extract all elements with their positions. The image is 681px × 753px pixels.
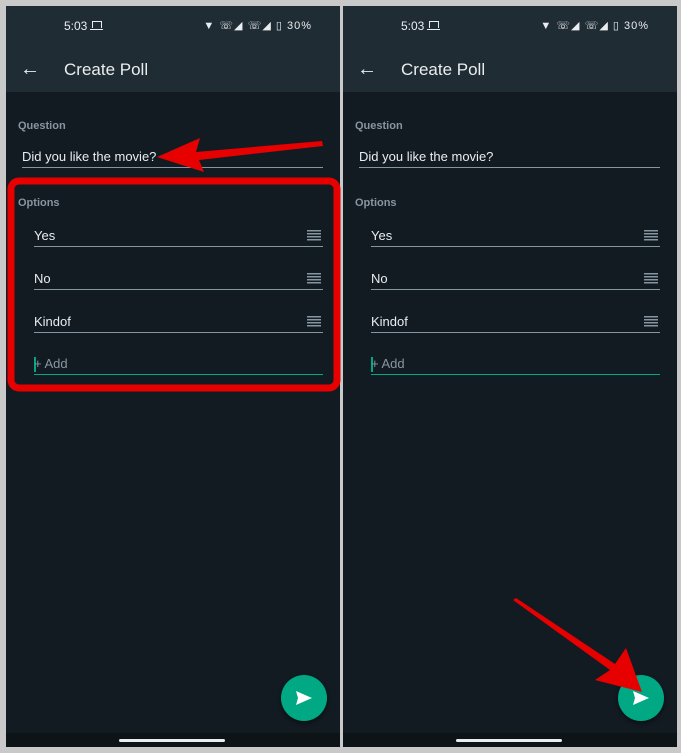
laptop-icon [427,21,440,30]
question-label: Question [355,120,403,132]
option-input[interactable]: Yes [371,228,660,247]
question-value: Did you like the movie? [22,149,157,164]
back-arrow-icon[interactable]: ← [357,58,377,81]
options-label: Options [18,197,60,209]
question-value: Did you like the movie? [359,149,494,164]
drag-handle-icon[interactable] [644,316,658,327]
option-value: Kindof [371,314,408,329]
drag-handle-icon[interactable] [307,230,321,241]
send-button[interactable] [281,675,327,721]
navigation-bar [343,733,677,747]
drag-handle-icon[interactable] [307,316,321,327]
option-input[interactable]: Kindof [34,314,323,333]
back-arrow-icon[interactable]: ← [20,58,40,81]
add-placeholder: + Add [34,356,68,371]
question-input[interactable]: Did you like the movie? [22,149,323,168]
laptop-icon [90,21,103,30]
option-value: No [371,271,388,286]
option-input[interactable]: Yes [34,228,323,247]
phone-screen: 5:03 ▼ ☏◢ ☏◢ ▯ 30% ← Create Poll Questio… [343,6,677,747]
status-time: 5:03 [64,19,88,33]
option-value: Yes [371,228,393,243]
add-option-input[interactable]: + Add [34,356,323,375]
question-label: Question [18,120,66,132]
send-icon [296,691,312,705]
drag-handle-icon[interactable] [644,230,658,241]
app-header: 5:03 ▼ ☏◢ ☏◢ ▯ 30% ← Create Poll [6,6,340,92]
send-button[interactable] [618,675,664,721]
signal-icons: ▼ ☏◢ ☏◢ ▯ [540,20,624,32]
status-icons: ▼ ☏◢ ☏◢ ▯ 30% [540,19,649,32]
option-value: Kindof [34,314,71,329]
drag-handle-icon[interactable] [644,273,658,284]
option-value: Yes [34,228,56,243]
option-value: No [34,271,51,286]
home-handle[interactable] [456,739,562,742]
send-icon [633,691,649,705]
status-time: 5:03 [401,19,425,33]
status-icons: ▼ ☏◢ ☏◢ ▯ 30% [203,19,312,32]
option-input[interactable]: Kindof [371,314,660,333]
options-label: Options [355,197,397,209]
add-placeholder: + Add [371,356,405,371]
signal-icons: ▼ ☏◢ ☏◢ ▯ [203,20,287,32]
battery-percent: 30% [286,20,312,32]
navigation-bar [6,733,340,747]
phone-screen: 5:03 ▼ ☏◢ ☏◢ ▯ 30% ← Create Poll Questio… [6,6,340,747]
page-title: Create Poll [64,60,149,79]
battery-percent: 30% [623,20,649,32]
option-input[interactable]: No [371,271,660,290]
page-title: Create Poll [401,60,486,79]
app-header: 5:03 ▼ ☏◢ ☏◢ ▯ 30% ← Create Poll [343,6,677,92]
option-input[interactable]: No [34,271,323,290]
home-handle[interactable] [119,739,225,742]
add-option-input[interactable]: + Add [371,356,660,375]
drag-handle-icon[interactable] [307,273,321,284]
question-input[interactable]: Did you like the movie? [359,149,660,168]
